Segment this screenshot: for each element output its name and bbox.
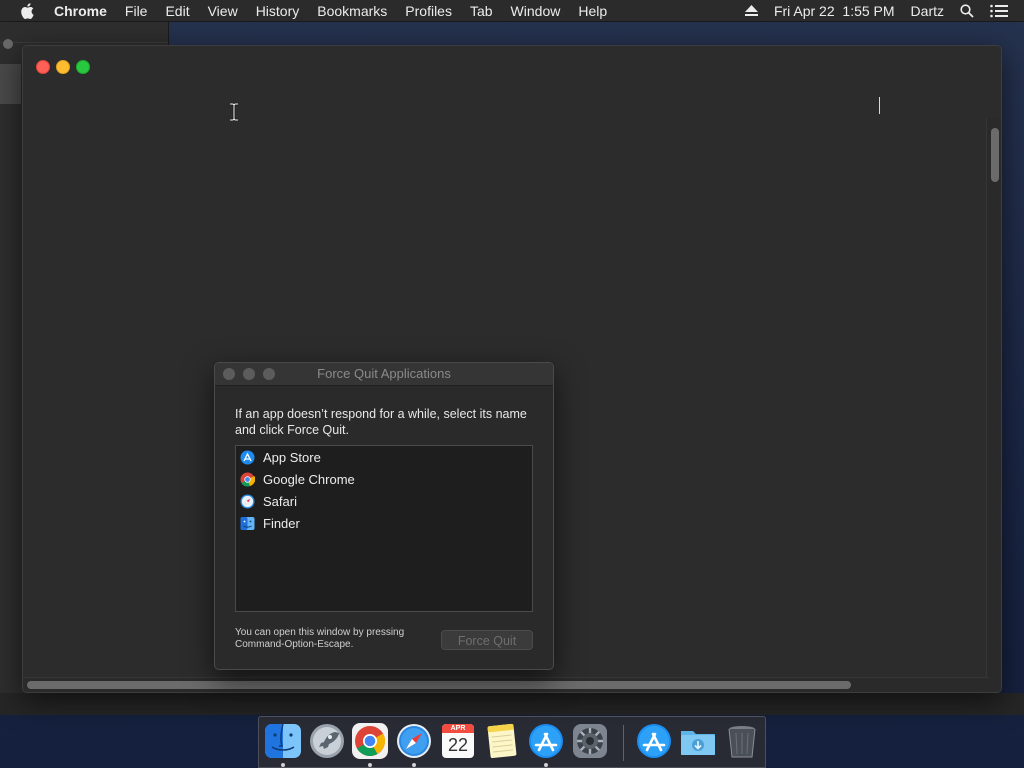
system-preferences-icon[interactable] — [570, 721, 610, 761]
calendar-icon[interactable]: APR 22 — [438, 721, 478, 761]
chrome-icon — [240, 472, 255, 487]
running-indicator — [544, 763, 548, 767]
dialog-title: Force Quit Applications — [317, 366, 451, 381]
notes-icon[interactable] — [482, 721, 522, 761]
trash-icon[interactable] — [722, 721, 762, 761]
running-indicator — [368, 763, 372, 767]
menu-window[interactable]: Window — [511, 3, 561, 19]
app-store-icon[interactable] — [526, 721, 566, 761]
calendar-day: 22 — [447, 735, 469, 755]
safari-icon — [240, 494, 255, 509]
dock-separator — [623, 725, 624, 761]
menubar-user[interactable]: Dartz — [911, 3, 944, 19]
menu-help[interactable]: Help — [578, 3, 607, 19]
list-item[interactable]: Google Chrome — [236, 468, 532, 490]
finder-icon[interactable] — [263, 721, 303, 761]
notification-center-icon[interactable] — [990, 4, 1008, 18]
list-item[interactable]: Safari — [236, 490, 532, 512]
horizontal-scrollbar-thumb[interactable] — [27, 681, 851, 689]
dock: APR 22 — [258, 716, 766, 768]
background-window-button[interactable] — [3, 39, 13, 49]
window-close-button[interactable] — [36, 60, 50, 74]
running-indicator — [412, 763, 416, 767]
menu-file[interactable]: File — [125, 3, 148, 19]
menu-app-chrome[interactable]: Chrome — [54, 3, 107, 19]
menu-profiles[interactable]: Profiles — [405, 3, 452, 19]
background-window-bottom — [0, 693, 1024, 715]
eject-icon[interactable] — [744, 5, 758, 17]
launchpad-icon[interactable] — [307, 721, 347, 761]
force-quit-dialog: Force Quit Applications If an app doesn’… — [214, 362, 554, 670]
ibeam-cursor-icon — [229, 102, 239, 122]
apple-logo-icon[interactable] — [18, 2, 36, 20]
force-quit-button[interactable]: Force Quit — [441, 630, 533, 650]
downloads-folder-icon[interactable] — [678, 721, 718, 761]
dialog-description: If an app doesn’t respond for a while, s… — [235, 407, 527, 437]
menu-tab[interactable]: Tab — [470, 3, 493, 19]
list-item-label: Safari — [263, 493, 297, 509]
force-quit-titlebar[interactable]: Force Quit Applications — [215, 363, 553, 386]
list-item[interactable]: Finder — [236, 512, 532, 534]
spotlight-search-icon[interactable] — [960, 4, 974, 18]
vertical-scrollbar[interactable] — [986, 118, 1001, 678]
menu-history[interactable]: History — [256, 3, 300, 19]
background-window-tab[interactable] — [0, 64, 21, 104]
menu-edit[interactable]: Edit — [165, 3, 189, 19]
calendar-month: APR — [450, 725, 466, 732]
safari-icon[interactable] — [394, 721, 434, 761]
running-indicator — [281, 763, 285, 767]
list-item-label: App Store — [263, 449, 321, 465]
window-maximize-button[interactable] — [76, 60, 90, 74]
menubar-datetime[interactable]: Fri Apr 22 1:55 PM — [774, 3, 895, 19]
list-item-label: Google Chrome — [263, 471, 355, 487]
menu-bar: Chrome File Edit View History Bookmarks … — [0, 0, 1024, 22]
desktop: Chrome File Edit View History Bookmarks … — [0, 0, 1024, 768]
menu-bookmarks[interactable]: Bookmarks — [317, 3, 387, 19]
finder-icon — [240, 516, 255, 531]
scrollbar-corner — [987, 678, 1001, 692]
window-minimize-button[interactable] — [56, 60, 70, 74]
text-caret — [879, 97, 880, 114]
app-list[interactable]: App Store Google Chrome Safari Finder — [235, 445, 533, 612]
list-item-label: Finder — [263, 515, 300, 531]
menu-view[interactable]: View — [208, 3, 238, 19]
vertical-scrollbar-thumb[interactable] — [991, 128, 999, 182]
app-store-folder-icon[interactable] — [634, 721, 674, 761]
chrome-icon[interactable] — [350, 721, 390, 761]
list-item[interactable]: App Store — [236, 446, 532, 468]
app-store-icon — [240, 450, 255, 465]
dialog-footer-hint: You can open this window by pressing Com… — [235, 627, 405, 650]
